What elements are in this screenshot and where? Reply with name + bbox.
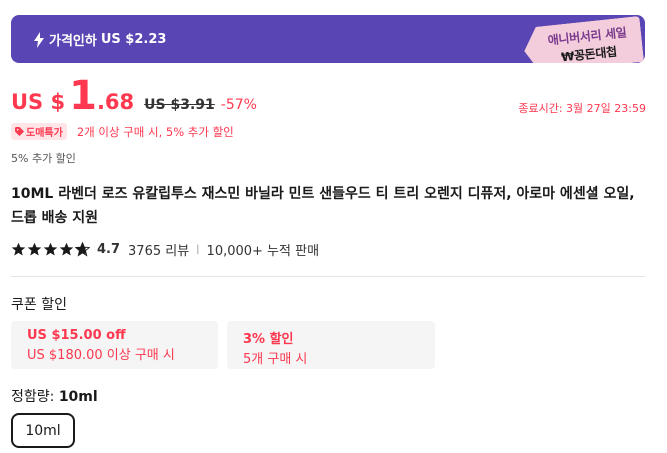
divider bbox=[11, 276, 645, 277]
price-drop-amount: US $2.23 bbox=[100, 32, 167, 47]
volume-option-10ml[interactable]: 10ml bbox=[11, 413, 75, 448]
half-star-icon bbox=[75, 242, 90, 257]
discount-percent: -57% bbox=[220, 97, 257, 113]
review-count[interactable]: 3765 리뷰 bbox=[128, 240, 189, 259]
price-drop-text: 가격인하 bbox=[49, 34, 97, 49]
price-integer: 1 bbox=[69, 73, 97, 119]
star-icon bbox=[27, 242, 42, 256]
coupon-card[interactable]: US $15.00 off US $180.00 이상 구매 시 bbox=[11, 321, 218, 369]
star-icon bbox=[59, 242, 74, 256]
separator: | bbox=[196, 244, 200, 255]
bulk-discount-text: 2개 이상 구매 시, 5% 추가 할인 bbox=[76, 124, 234, 139]
wholesale-badge-label: 도매특가 bbox=[26, 128, 63, 139]
sale-end-time: 종료시간: 3월 27일 23:59 bbox=[518, 102, 646, 115]
star-rating bbox=[11, 242, 91, 257]
coupon-amount: US $15.00 off bbox=[27, 328, 126, 343]
coupon-condition: US $180.00 이상 구매 시 bbox=[27, 348, 175, 363]
tag-icon bbox=[15, 127, 24, 136]
lightning-icon bbox=[34, 31, 44, 48]
product-title: 10ML 라벤더 로즈 유칼립투스 재스민 바닐라 민트 샌들우드 티 트리 오… bbox=[11, 186, 635, 226]
volume-selected: 10ml bbox=[58, 389, 98, 405]
coupon-section-title: 쿠폰 할인 bbox=[11, 297, 67, 313]
price-decimal: .68 bbox=[96, 90, 135, 114]
sold-count: 10,000+ 누적 판매 bbox=[206, 244, 320, 259]
bulk-discount-row: 도매특가 2개 이상 구매 시, 5% 추가 할인 bbox=[11, 123, 234, 140]
coupon-amount: 3% 할인 bbox=[243, 332, 294, 347]
star-icon bbox=[43, 242, 58, 256]
rating-value: 4.7 bbox=[97, 242, 121, 257]
original-price: US $3.91 bbox=[144, 97, 215, 113]
star-icon bbox=[11, 242, 26, 256]
price-drop-banner[interactable]: 가격인하 US $2.23 애니버서리 세일 ₩꽁돈대첩 bbox=[11, 15, 645, 63]
anniversary-sale-tag: 애니버서리 세일 ₩꽁돈대첩 bbox=[522, 16, 644, 63]
price-drop-label: 가격인하 US $2.23 bbox=[33, 30, 166, 49]
extra-discount-text: 5% 추가 할인 bbox=[11, 152, 76, 165]
price-currency: US $ bbox=[11, 90, 66, 114]
price-row: US $ 1 .68 US $3.91 -57% bbox=[11, 76, 257, 120]
rating-row[interactable]: 4.7 3765 리뷰 | 10,000+ 누적 판매 bbox=[11, 240, 319, 259]
wholesale-badge: 도매특가 bbox=[11, 123, 67, 140]
coupon-card[interactable]: 3% 할인 5개 구매 시 bbox=[227, 321, 435, 369]
volume-label-text: 정함량: bbox=[11, 389, 59, 405]
coupon-condition: 5개 구매 시 bbox=[243, 352, 308, 367]
volume-label: 정함량: 10ml bbox=[11, 386, 98, 406]
